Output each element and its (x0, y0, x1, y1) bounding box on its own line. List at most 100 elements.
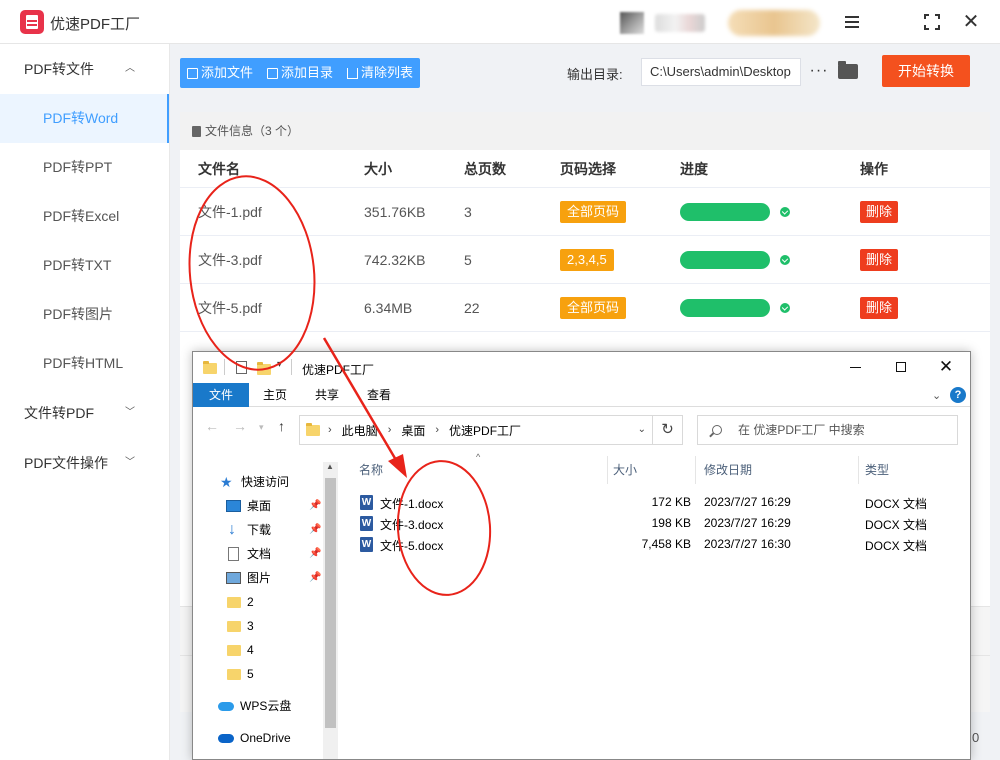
pin-icon: 📌 (309, 548, 322, 559)
tree-item-folder-3[interactable]: 3 (227, 615, 254, 637)
tree-label: 文档 (247, 547, 272, 561)
clear-list-label: 清除列表 (361, 65, 414, 80)
col-name[interactable]: 名称 (359, 457, 383, 483)
back-arrow-icon[interactable]: ← (205, 418, 219, 434)
page-select-button[interactable]: 2,3,4,5 (560, 248, 614, 271)
breadcrumb-desktop[interactable]: 桌面 (401, 422, 425, 439)
add-file-button[interactable]: 添加文件 (180, 58, 260, 88)
ribbon-tabs: 文件 主页 共享 查看 ⌄ ? (193, 382, 970, 407)
delete-button[interactable]: 删除 (860, 248, 899, 271)
sort-ascending-icon: ^ (476, 452, 481, 462)
breadcrumb-this-pc[interactable]: 此电脑 (342, 422, 378, 439)
scrollbar-thumb[interactable] (325, 478, 336, 728)
progress-bar (680, 202, 770, 221)
tree-item-quick-access[interactable]: 快速访问 (220, 471, 289, 493)
tree-item-onedrive[interactable]: OneDrive (218, 727, 291, 749)
chevron-up-icon: ︿ (125, 63, 135, 74)
delete-button[interactable]: 删除 (860, 296, 899, 319)
tab-share[interactable]: 共享 (301, 383, 353, 407)
more-options-button[interactable]: ··· (807, 58, 831, 86)
tab-home[interactable]: 主页 (249, 383, 301, 407)
chevron-right-icon: › (387, 424, 392, 436)
add-directory-button[interactable]: 添加目录 (260, 58, 340, 88)
tree-item-documents[interactable]: 文档 (226, 543, 271, 565)
sidebar-item-pdf-to-image[interactable]: PDF转图片 (0, 290, 169, 339)
menu-icon[interactable] (840, 10, 864, 34)
close-icon[interactable]: ✕ (936, 357, 956, 377)
list-item[interactable]: W 文件-5.docx 7,458 KB 2023/7/27 16:30 DOC… (339, 534, 970, 555)
page-select-button[interactable]: 全部页码 (560, 200, 627, 223)
search-input[interactable]: 在 优速PDF工厂 中搜索 (697, 415, 958, 445)
col-progress: 进度 (680, 160, 708, 177)
progress-bar (680, 298, 770, 317)
page-select-button[interactable]: 全部页码 (560, 296, 627, 319)
tree-item-folder-4[interactable]: 4 (227, 639, 254, 661)
sidebar-item-pdf-to-excel[interactable]: PDF转Excel (0, 192, 169, 241)
list-item[interactable]: W 文件-3.docx 198 KB 2023/7/27 16:29 DOCX … (339, 513, 970, 534)
check-circle-icon (780, 254, 790, 265)
sidebar-item-pdf-to-word[interactable]: PDF转Word (0, 94, 169, 143)
minimize-icon[interactable] (846, 357, 866, 377)
up-arrow-icon[interactable]: ↑ (278, 418, 285, 434)
file-size: 7,458 KB (641, 537, 691, 551)
tree-item-downloads[interactable]: 下载 (226, 519, 271, 541)
start-convert-button[interactable]: 开始转换 (882, 55, 970, 87)
breadcrumb-folder[interactable]: 优速PDF工厂 (449, 422, 521, 439)
tab-view[interactable]: 查看 (353, 383, 405, 407)
delete-button[interactable]: 删除 (860, 200, 899, 223)
address-bar[interactable]: › 此电脑 › 桌面 › 优速PDF工厂 ⌄ (299, 415, 653, 445)
nav-group-label: PDF文件操作 (24, 455, 108, 471)
close-icon[interactable]: ✕ (959, 10, 983, 34)
nav-group-pdf-to-file[interactable]: PDF转文件 ︿ (0, 44, 169, 94)
tab-file[interactable]: 文件 (193, 382, 250, 407)
file-info-count: 文件信息（3 个） (205, 124, 300, 138)
progress-bar (680, 250, 770, 269)
sidebar-item-pdf-to-ppt[interactable]: PDF转PPT (0, 143, 169, 192)
output-dir-label: 输出目录: (567, 67, 623, 82)
document-icon (192, 125, 201, 137)
scroll-up-icon[interactable]: ▲ (326, 462, 334, 471)
col-type[interactable]: 类型 (865, 457, 889, 483)
tree-item-folder-5[interactable]: 5 (227, 663, 254, 685)
new-folder-icon[interactable] (257, 362, 271, 375)
clear-list-button[interactable]: 清除列表 (340, 58, 420, 88)
divider (224, 359, 225, 375)
tree-item-folder-2[interactable]: 2 (227, 591, 254, 613)
col-size[interactable]: 大小 (613, 457, 637, 483)
chevron-down-icon[interactable]: ⌄ (638, 424, 646, 435)
col-modified[interactable]: 修改日期 (704, 457, 752, 483)
toolbar: 添加文件 添加目录 清除列表 输出目录: C:\Users\admin\Desk… (170, 44, 1000, 102)
file-type: DOCX 文档 (865, 539, 928, 553)
maximize-icon[interactable] (891, 357, 911, 377)
expand-ribbon-icon[interactable]: ⌄ (932, 389, 941, 402)
explorer-title-bar: ▾ 优速PDF工厂 ✕ (193, 352, 970, 383)
download-icon (226, 519, 241, 541)
tree-item-pictures[interactable]: 图片 (226, 567, 271, 589)
nav-group-file-to-pdf[interactable]: 文件转PDF ﹀ (0, 388, 169, 438)
maximize-icon[interactable] (920, 10, 944, 34)
output-dir-input[interactable]: C:\Users\admin\Desktop (641, 58, 801, 86)
forward-arrow-icon[interactable]: → (233, 418, 247, 434)
recent-locations-chevron-icon[interactable]: ▾ (259, 422, 264, 433)
tree-item-desktop[interactable]: 桌面 (226, 495, 271, 517)
file-info-header: 文件信息（3 个） (180, 112, 990, 150)
tree-scrollbar[interactable]: ▲ (323, 462, 338, 759)
quick-access-dropdown-icon[interactable]: ▾ (277, 359, 282, 370)
vip-badge-blurred[interactable] (728, 10, 820, 36)
help-icon[interactable]: ? (950, 387, 966, 403)
open-folder-icon[interactable] (838, 61, 858, 79)
file-date: 2023/7/27 16:30 (704, 537, 791, 551)
sidebar-item-pdf-to-txt[interactable]: PDF转TXT (0, 241, 169, 290)
tree-item-wps-cloud[interactable]: WPS云盘 (218, 695, 291, 717)
list-item[interactable]: W 文件-1.docx 172 KB 2023/7/27 16:29 DOCX … (339, 492, 970, 513)
sidebar-item-pdf-to-html[interactable]: PDF转HTML (0, 339, 169, 388)
properties-icon[interactable] (236, 361, 247, 374)
file-name: 文件-3.pdf (198, 251, 262, 268)
document-icon (228, 547, 239, 561)
user-avatar[interactable] (620, 12, 644, 34)
sidebar: PDF转文件 ︿ PDF转Word PDF转PPT PDF转Excel PDF转… (0, 44, 170, 760)
nav-group-pdf-operations[interactable]: PDF文件操作 ﹀ (0, 438, 169, 488)
refresh-icon[interactable]: ↻ (653, 415, 683, 445)
file-size: 198 KB (651, 516, 691, 530)
app-logo-icon (20, 10, 44, 34)
